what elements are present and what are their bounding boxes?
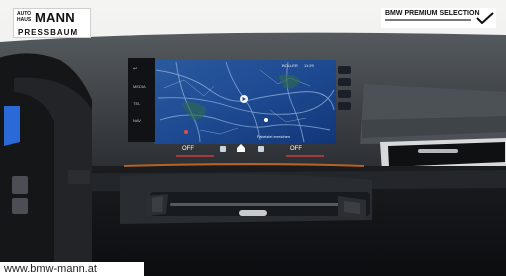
map-mute-button[interactable] [338,102,351,110]
right-climate-status[interactable]: OFF [290,146,302,152]
dealer-small-text: AUTO HAUS [17,11,32,23]
map-zoom-out-button[interactable] [338,78,351,86]
dealer-city: PRESSBAUM [18,28,79,37]
dealer-logo: AUTO HAUS MANN PRESSBAUM [13,8,91,38]
steering-control-button-2 [12,198,28,214]
interior-illustration [0,0,506,276]
premium-selection-title: BMW PREMIUM SELECTION [385,10,480,17]
map-location-marker-icon [264,118,268,122]
status-location: BOLLER [282,63,298,68]
seat-heat-icon[interactable] [258,146,264,152]
fan-icon[interactable] [220,146,226,152]
checkmark-icon [476,12,494,24]
website-banner: www.bmw-mann.at [0,262,144,276]
left-climate-status[interactable]: OFF [182,146,194,152]
map-zoom-in-button[interactable] [338,66,351,74]
dealer-name: MANN [35,10,75,25]
premium-selection-badge: BMW PREMIUM SELECTION [381,8,496,28]
premium-selection-subline [385,19,471,21]
map-settings-button[interactable] [338,90,351,98]
back-icon[interactable]: ↩ [133,66,143,72]
status-time: 11:29 [304,63,314,68]
destination-marker-icon [184,130,188,134]
blue-indicator-light [4,106,20,146]
steering-control-button-1 [12,176,28,194]
center-button [239,210,267,216]
website-url: www.bmw-mann.at [4,263,97,275]
route-info-label: Fahrtziel erreichen [257,134,291,139]
steering-column [68,170,90,184]
tel-menu-item[interactable]: TEL [133,101,143,106]
vent-control-slider [418,149,458,153]
status-bar: BOLLER 11:29 [282,63,314,68]
nav-menu-item[interactable]: NAV [133,118,143,123]
car-interior-photo: ↩ MEDIA TEL NAV BOLLER 11:29 Fahrtziel e… [0,0,506,276]
media-menu-item[interactable]: MEDIA [133,84,146,89]
